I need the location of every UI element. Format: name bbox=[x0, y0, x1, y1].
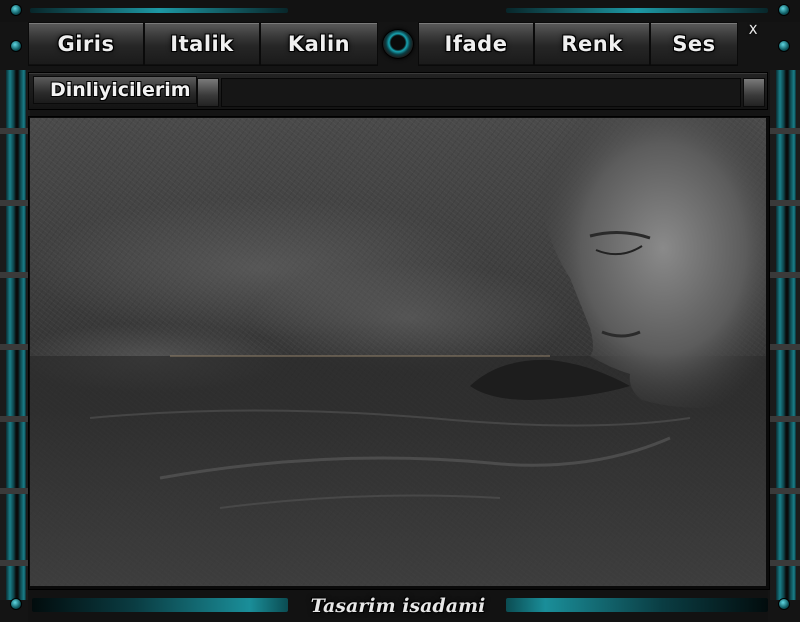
tab-track bbox=[221, 78, 741, 107]
radio-skin: Giris Italik Kalin Ifade Renk Ses ᕽ Dinl… bbox=[0, 0, 800, 622]
ifade-button[interactable]: Ifade bbox=[418, 22, 534, 66]
footer-credit: Tasarim isadami bbox=[310, 595, 486, 617]
top-glow-right bbox=[506, 8, 768, 13]
tab-scroll-right-button[interactable] bbox=[743, 78, 765, 107]
left-pillar bbox=[0, 70, 30, 600]
bottom-glow-left bbox=[32, 598, 288, 612]
corner-bolt-icon bbox=[10, 4, 22, 16]
renk-button[interactable]: Renk bbox=[534, 22, 650, 66]
artwork-illustration bbox=[30, 118, 766, 586]
tab-dinliyicilerim[interactable]: Dinliyicilerim bbox=[33, 76, 197, 104]
top-glow-left bbox=[30, 8, 288, 13]
italik-button[interactable]: Italik bbox=[144, 22, 260, 66]
corner-bolt-icon bbox=[10, 40, 22, 52]
tab-scroll-left-button[interactable] bbox=[197, 78, 219, 107]
kalin-button[interactable]: Kalin bbox=[260, 22, 378, 66]
giris-button[interactable]: Giris bbox=[28, 22, 144, 66]
right-pillar bbox=[770, 70, 800, 600]
playlist-tab-row: Dinliyicilerim bbox=[28, 72, 768, 110]
corner-bolt-icon bbox=[778, 4, 790, 16]
ses-button[interactable]: Ses bbox=[650, 22, 738, 66]
corner-bolt-icon bbox=[778, 598, 790, 610]
close-icon[interactable]: ᕽ bbox=[738, 22, 768, 64]
corner-bolt-icon bbox=[778, 40, 790, 52]
background-artwork bbox=[30, 118, 766, 586]
center-orb-icon[interactable] bbox=[382, 29, 414, 59]
corner-bolt-icon bbox=[10, 598, 22, 610]
bottom-glow-right bbox=[506, 598, 768, 612]
menu-bar: Giris Italik Kalin Ifade Renk Ses ᕽ bbox=[28, 22, 768, 66]
